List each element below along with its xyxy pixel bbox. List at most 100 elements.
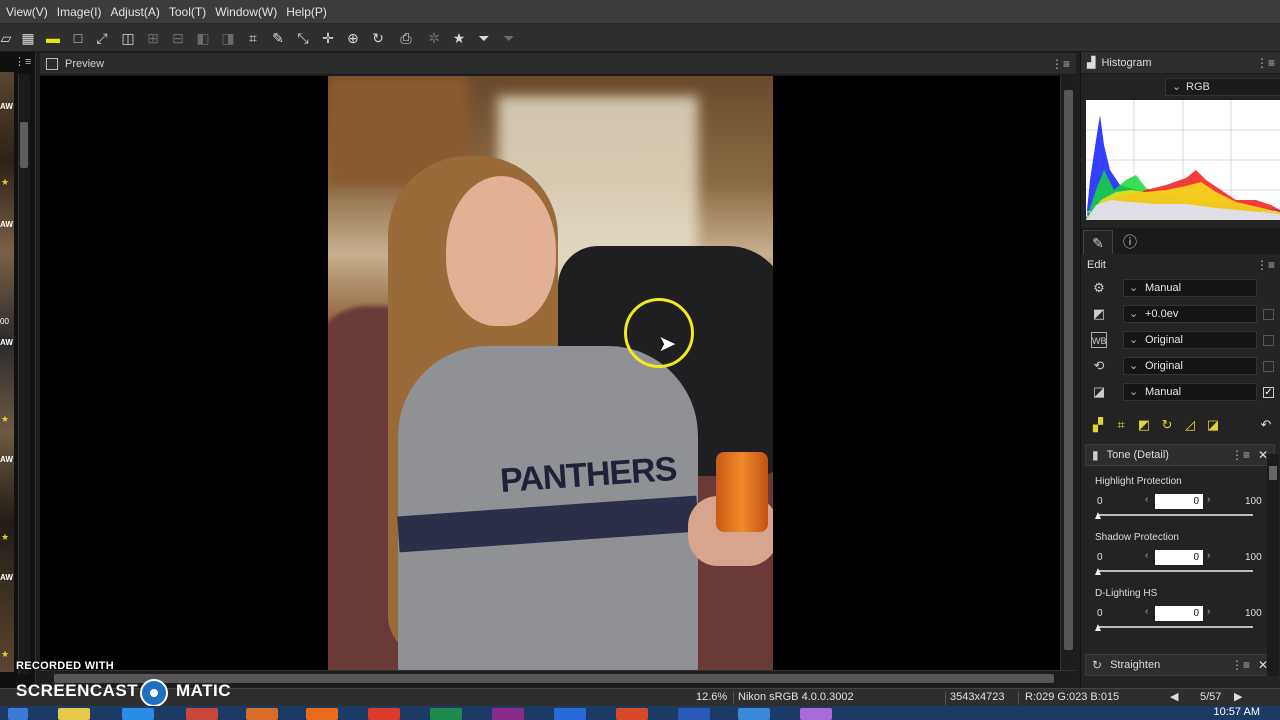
wb-icon: WB [1091,332,1107,348]
crop-tool-icon[interactable]: ⌗ [1112,416,1130,434]
tone-curve-icon[interactable]: ◪ [1204,416,1222,434]
slider-label: Shadow Protection [1095,532,1179,543]
app-icon[interactable] [246,708,278,720]
menu-adjust[interactable]: Adjust(A) [110,5,159,19]
chevron-left-icon[interactable]: ‹ [1145,606,1148,617]
tab-info-icon[interactable]: ⓘ [1115,230,1145,254]
picture-control-icon: ⟲ [1093,358,1105,373]
tone-detail-header[interactable]: ▮ Tone (Detail) ⋮≡ ✕ [1085,444,1275,466]
slider-track[interactable] [1097,570,1253,572]
mode-select[interactable]: ⌄ Manual [1123,279,1257,297]
exposure-checkbox[interactable] [1263,309,1274,320]
crop-icon[interactable]: ⌗ [243,28,263,48]
move-icon[interactable]: ⤡ [293,28,313,48]
picture-control-select[interactable]: ⌄ Original [1123,357,1257,375]
slider-value-input[interactable]: 0 [1155,550,1203,565]
powerpoint-icon[interactable] [616,708,648,720]
compare-4-icon[interactable]: ⊞ [143,28,163,48]
histogram-channel-select[interactable]: ⌄ RGB [1165,78,1280,96]
slider-value-input[interactable]: 0 [1155,494,1203,509]
scroll-thumb[interactable] [1064,90,1073,650]
single-view-icon[interactable]: □ [68,28,88,48]
chevron-left-icon[interactable]: ‹ [1145,494,1148,505]
chevron-down-icon: ⌄ [1129,386,1139,398]
histogram-title: Histogram [1101,56,1152,69]
chrome-icon[interactable] [368,708,400,720]
rotate-tool-icon[interactable]: ↻ [1158,416,1176,434]
panel-menu-icon[interactable]: ⋮≡ [14,55,31,68]
outlook-icon[interactable] [554,708,586,720]
chevron-right-icon[interactable]: › [1207,494,1210,505]
chevron-left-icon[interactable]: ‹ [1145,550,1148,561]
slider-value-input[interactable]: 0 [1155,606,1203,621]
export-icon[interactable]: ⎙ [396,28,416,48]
preview-canvas[interactable]: PANTHERS ➤ [40,76,1060,670]
ie-icon[interactable] [122,708,154,720]
app-icon[interactable] [738,708,770,720]
picture-control-checkbox[interactable] [1263,361,1274,372]
grid-icon[interactable]: ▦ [18,28,38,48]
filmstrip-icon[interactable]: ▬ [43,28,63,48]
filmstrip-scroll-thumb[interactable] [20,122,28,168]
thumbnail-strip[interactable] [0,72,14,672]
watermark-brand-right: MATIC [176,681,232,700]
fullscreen-icon[interactable]: ⤢ [92,28,112,48]
right-panel-scrollbar[interactable] [1267,454,1279,676]
exposure-select[interactable]: ⌄ +0.0ev [1123,305,1257,323]
menu-window[interactable]: Window(W) [215,5,277,19]
menu-tool[interactable]: Tool(T) [169,5,206,19]
compare-dim3-icon[interactable]: ◨ [218,28,238,48]
app-icon[interactable] [800,708,832,720]
filter-dim-icon[interactable]: ⏷ [499,28,519,48]
preview-vertical-scrollbar[interactable] [1060,76,1076,670]
chevron-right-icon[interactable]: › [1207,606,1210,617]
chevron-right-icon[interactable]: › [1207,550,1210,561]
scroll-thumb[interactable] [1269,466,1277,480]
noise-reduction-icon[interactable]: ▞ [1089,416,1107,434]
next-image-icon[interactable]: ▶ [1234,690,1242,703]
tone-checkbox[interactable]: ✓ [1263,387,1274,398]
pan-icon[interactable]: ✛ [318,28,338,48]
gear-icon[interactable]: ✲ [424,28,444,48]
filter-icon[interactable]: ⏷ [474,28,494,48]
straighten-icon[interactable]: ✎ [268,28,288,48]
compare-dim2-icon[interactable]: ◧ [193,28,213,48]
word-icon[interactable] [678,708,710,720]
panel-menu-icon[interactable]: ⋮≡ [1051,57,1070,71]
onenote-icon[interactable] [492,708,524,720]
preview-checkbox[interactable] [46,57,58,70]
panel-menu-icon[interactable]: ⋮≡ [1256,258,1275,272]
tab-edit-icon[interactable]: ✎ [1083,230,1113,254]
start-button-icon[interactable] [8,708,28,720]
levels-icon[interactable]: ◿ [1181,416,1199,434]
firefox-icon[interactable] [306,708,338,720]
straighten-header[interactable]: ↻ Straighten ⋮≡ ✕ [1085,654,1275,676]
menu-image[interactable]: Image(I) [57,5,102,19]
slider-track[interactable] [1097,514,1253,516]
magnify-icon[interactable]: ⊕ [343,28,363,48]
rotate-icon[interactable]: ↻ [368,28,388,48]
image-position: 5/57 [1200,691,1222,703]
panel-menu-icon[interactable]: ⋮≡ [1256,56,1275,70]
slider-track[interactable] [1097,626,1253,628]
panel-menu-icon[interactable]: ⋮≡ [1231,658,1250,672]
undo-icon[interactable]: ↶ [1257,416,1275,434]
preview-header: Preview ⋮≡ [40,53,1076,75]
excel-icon[interactable] [430,708,462,720]
previous-image-icon[interactable]: ◀ [1170,690,1178,703]
app-icon[interactable] [186,708,218,720]
folder-icon[interactable]: ▱ [0,28,16,48]
panel-menu-icon[interactable]: ⋮≡ [1231,448,1250,462]
menu-help[interactable]: Help(P) [286,5,327,19]
histogram-chart [1086,100,1280,220]
wb-checkbox[interactable] [1263,335,1274,346]
curves-icon[interactable]: ◩ [1135,416,1153,434]
tone-select[interactable]: ⌄ Manual [1123,383,1257,401]
wb-select[interactable]: ⌄ Original [1123,331,1257,349]
file-explorer-icon[interactable] [58,708,90,720]
histogram-channel-value: RGB [1186,81,1210,93]
compare-2-icon[interactable]: ◫ [118,28,138,48]
menu-view[interactable]: View(V) [6,5,48,19]
star-icon[interactable]: ★ [449,28,469,48]
compare-dim-icon[interactable]: ⊟ [168,28,188,48]
